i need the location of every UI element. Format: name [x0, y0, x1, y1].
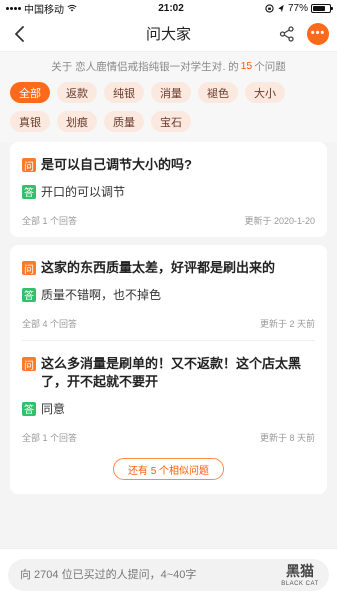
tag-gemstone[interactable]: 宝石 [151, 111, 191, 132]
carrier-label: 中国移动 [24, 4, 64, 16]
answer-text: 同意 [41, 402, 66, 416]
tag-fading[interactable]: 褪色 [198, 82, 238, 103]
ask-bar: 黑猫 BLACK CAT [0, 548, 337, 600]
more-similar-questions-button[interactable]: 还有 5 个相似问题 [112, 458, 225, 480]
wifi-icon [67, 4, 77, 12]
status-right: 77% [265, 2, 333, 14]
answer-text: 质量不错啊，也不掉色 [41, 288, 162, 302]
watermark-sub: BLACK CAT [281, 581, 319, 587]
tag-sales[interactable]: 消量 [151, 82, 191, 103]
tag-refund[interactable]: 返款 [57, 82, 97, 103]
question-card[interactable]: 问 是可以自己调节大小的吗? 答 开口的可以调节 全部 1 个回答 更新于 20… [10, 142, 327, 237]
question-text: 是可以自己调节大小的吗? [41, 157, 192, 172]
nav-bar: 问大家 ••• [0, 16, 337, 52]
answer-row: 答 质量不错啊，也不掉色 [22, 286, 315, 303]
updated-time: 更新于 2 天前 [259, 319, 315, 329]
summary-count: 15 [240, 60, 253, 72]
answer-row: 答 开口的可以调节 [22, 183, 315, 200]
answer-badge: 答 [22, 401, 36, 416]
tag-scratch[interactable]: 划痕 [57, 111, 97, 132]
question-badge: 问 [22, 261, 36, 276]
signal-icon [6, 6, 21, 10]
question-row: 问 这家的东西质量太差，好评都是刷出来的 [22, 259, 315, 277]
more-similar-wrapper: 还有 5 个相似问题 [22, 454, 315, 494]
summary-prefix: 关于 [51, 60, 73, 73]
answers-count: 全部 1 个回答 [22, 216, 78, 226]
qa-meta: 全部 1 个回答 更新于 2020-1-20 [22, 214, 315, 227]
status-left: 中国移动 [6, 1, 77, 16]
answers-count: 全部 4 个回答 [22, 319, 78, 329]
watermark-main: 黑猫 [286, 563, 314, 579]
updated-time: 更新于 8 天前 [259, 433, 315, 443]
share-icon [279, 25, 294, 42]
qa-meta: 全部 1 个回答 更新于 8 天前 [22, 431, 315, 444]
answer-badge: 答 [22, 184, 36, 199]
tag-quality[interactable]: 质量 [104, 111, 144, 132]
more-button[interactable]: ••• [307, 22, 329, 45]
tag-size[interactable]: 大小 [245, 82, 285, 103]
answer-row: 答 同意 [22, 400, 315, 417]
status-bar: 中国移动 21:02 77% [0, 0, 337, 16]
answer-text: 开口的可以调节 [41, 185, 126, 199]
tag-real-silver[interactable]: 真银 [10, 111, 50, 132]
answer-badge: 答 [22, 287, 36, 302]
orientation-lock-icon [265, 3, 274, 13]
location-icon [278, 4, 284, 12]
updated-time: 更新于 2020-1-20 [244, 216, 315, 226]
question-badge: 问 [22, 158, 36, 173]
qa-item[interactable]: 问 是可以自己调节大小的吗? 答 开口的可以调节 全部 1 个回答 更新于 20… [22, 142, 315, 237]
question-badge: 问 [22, 357, 36, 372]
question-summary: 关于 恋人鹿情侣戒指纯银一对学生对… 的 15 个问题 [0, 52, 337, 80]
battery-percent: 77% [287, 2, 308, 14]
question-text: 这么多消量是刷单的！又不返款！这个店太黑了，开不起就不要开 [41, 356, 302, 389]
question-card[interactable]: 问 这家的东西质量太差，好评都是刷出来的 答 质量不错啊，也不掉色 全部 4 个… [10, 245, 327, 494]
question-row: 问 这么多消量是刷单的！又不返款！这个店太黑了，开不起就不要开 [22, 355, 315, 391]
summary-product: 恋人鹿情侣戒指纯银一对学生对… [75, 60, 226, 73]
tag-all[interactable]: 全部 [10, 82, 50, 103]
tag-pure-silver[interactable]: 纯银 [104, 82, 144, 103]
status-time: 21:02 [158, 2, 184, 14]
battery-icon [311, 3, 333, 13]
question-row: 问 是可以自己调节大小的吗? [22, 156, 315, 174]
tag-filter-list: 全部 返款 纯银 消量 褪色 大小 真银 划痕 质量 宝石 [0, 80, 337, 142]
chevron-left-icon [15, 25, 24, 42]
more-dots-icon: ••• [310, 27, 326, 39]
battery-fill [313, 5, 326, 11]
watermark-logo: 黑猫 BLACK CAT [267, 554, 333, 594]
summary-suffix: 个问题 [254, 60, 286, 73]
summary-middle: 的 [228, 60, 239, 73]
qa-item[interactable]: 问 这么多消量是刷单的！又不返款！这个店太黑了，开不起就不要开 答 同意 全部 … [22, 340, 315, 454]
answers-count: 全部 1 个回答 [22, 433, 78, 443]
share-button[interactable] [277, 24, 297, 44]
qa-meta: 全部 4 个回答 更新于 2 天前 [22, 317, 315, 330]
question-text: 这家的东西质量太差，好评都是刷出来的 [41, 260, 276, 275]
back-button[interactable] [8, 22, 32, 46]
qa-item[interactable]: 问 这家的东西质量太差，好评都是刷出来的 答 质量不错啊，也不掉色 全部 4 个… [22, 245, 315, 340]
nav-actions: ••• [277, 22, 329, 45]
